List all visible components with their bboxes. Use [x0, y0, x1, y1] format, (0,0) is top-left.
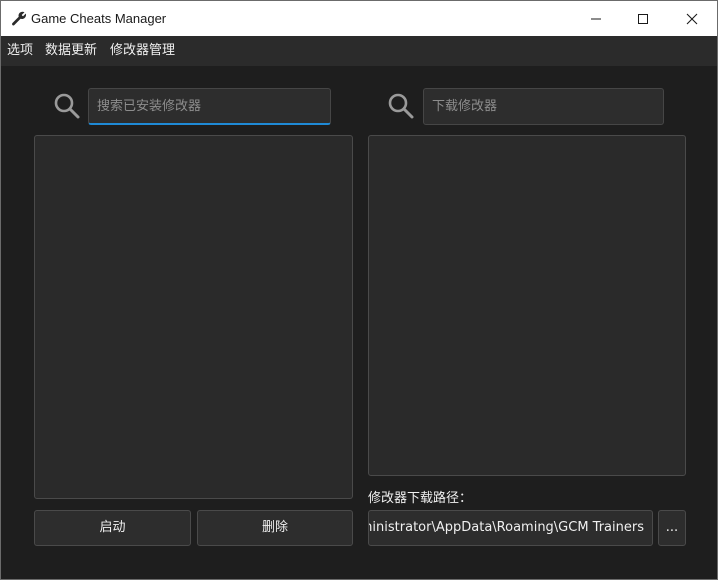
- title-bar[interactable]: Game Cheats Manager: [1, 1, 717, 36]
- main-window: Game Cheats Manager 选项 数据更新 修改器管理 启动: [0, 0, 718, 580]
- menu-bar: 选项 数据更新 修改器管理: [1, 36, 717, 66]
- browse-path-button[interactable]: ...: [658, 510, 686, 546]
- search-icon: [388, 93, 414, 119]
- delete-button[interactable]: 删除: [197, 510, 353, 546]
- search-installed-input[interactable]: [88, 88, 331, 125]
- search-download-input[interactable]: [423, 88, 664, 125]
- minimize-icon: [591, 18, 601, 19]
- download-path-value: C:\Users\Administrator\AppData\Roaming\G…: [369, 520, 644, 535]
- menu-data-update[interactable]: 数据更新: [45, 42, 97, 60]
- close-icon: [686, 13, 698, 24]
- menu-options[interactable]: 选项: [7, 42, 33, 60]
- maximize-button[interactable]: [620, 1, 666, 36]
- minimize-button[interactable]: [573, 1, 619, 36]
- maximize-icon: [638, 13, 648, 24]
- download-results-list[interactable]: [368, 135, 686, 476]
- installed-trainers-list[interactable]: [34, 135, 353, 499]
- launch-button[interactable]: 启动: [34, 510, 191, 546]
- window-title: Game Cheats Manager: [31, 11, 167, 26]
- search-icon: [54, 93, 80, 119]
- menu-trainer-management[interactable]: 修改器管理: [110, 42, 175, 60]
- download-path-field[interactable]: C:\Users\Administrator\AppData\Roaming\G…: [368, 510, 653, 546]
- download-path-label: 修改器下载路径：: [368, 491, 473, 506]
- close-button[interactable]: [669, 1, 715, 36]
- wrench-icon: [12, 11, 27, 26]
